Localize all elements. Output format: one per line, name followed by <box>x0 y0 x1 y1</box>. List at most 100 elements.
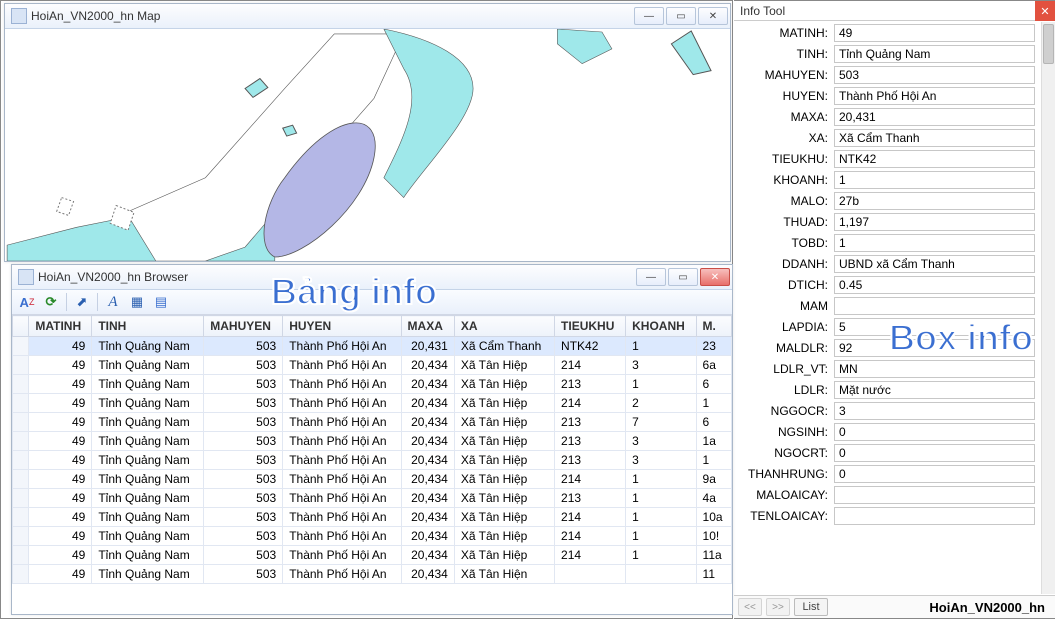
info-field-value[interactable]: 27b <box>834 192 1035 210</box>
info-field-value[interactable] <box>834 486 1035 504</box>
table-row[interactable]: 49Tỉnh Quảng Nam503Thành Phố Hội An20,43… <box>13 432 732 451</box>
cell[interactable]: 20,434 <box>401 375 454 394</box>
cell[interactable]: 503 <box>204 451 283 470</box>
cell[interactable]: 213 <box>555 375 626 394</box>
cell[interactable]: Tỉnh Quảng Nam <box>92 413 204 432</box>
cell[interactable]: Tỉnh Quảng Nam <box>92 375 204 394</box>
info-field-value[interactable]: 0 <box>834 465 1035 483</box>
info-tool-titlebar[interactable]: Info Tool <box>734 1 1055 21</box>
table-row[interactable]: 49Tỉnh Quảng Nam503Thành Phố Hội An20,43… <box>13 451 732 470</box>
cell[interactable]: 214 <box>555 394 626 413</box>
cell[interactable]: 49 <box>29 489 92 508</box>
info-field-value[interactable] <box>834 297 1035 315</box>
cell[interactable]: 20,434 <box>401 356 454 375</box>
cell[interactable]: 1 <box>626 489 696 508</box>
col-header-maxa[interactable]: MAXA <box>401 316 454 337</box>
cell[interactable]: 49 <box>29 375 92 394</box>
table-row[interactable]: 49Tỉnh Quảng Nam503Thành Phố Hội An20,43… <box>13 356 732 375</box>
minimize-button[interactable]: — <box>636 268 666 286</box>
cell[interactable]: 11 <box>696 565 731 584</box>
browser-titlebar[interactable]: HoiAn_VN2000_hn Browser — ▭ ✕ <box>12 265 732 290</box>
cell[interactable]: 49 <box>29 546 92 565</box>
cell[interactable]: 20,431 <box>401 337 454 356</box>
cell[interactable]: 49 <box>29 413 92 432</box>
info-field-value[interactable]: 49 <box>834 24 1035 42</box>
cell[interactable]: 10! <box>696 527 731 546</box>
cell[interactable]: 3 <box>626 432 696 451</box>
cell[interactable]: Xã Tân Hiệp <box>454 451 554 470</box>
info-field-value[interactable]: 1 <box>834 234 1035 252</box>
col-header-tieukhu[interactable]: TIEUKHU <box>555 316 626 337</box>
cell[interactable]: 1a <box>696 432 731 451</box>
next-record-button[interactable]: >> <box>766 598 790 616</box>
table-row[interactable]: 49Tỉnh Quảng Nam503Thành Phố Hội An20,43… <box>13 508 732 527</box>
cell[interactable]: 7 <box>626 413 696 432</box>
cell[interactable]: Tỉnh Quảng Nam <box>92 432 204 451</box>
col-header-khoanh[interactable]: KHOANH <box>626 316 696 337</box>
info-field-value[interactable]: 1,197 <box>834 213 1035 231</box>
table-row[interactable]: 49Tỉnh Quảng Nam503Thành Phố Hội An20,43… <box>13 470 732 489</box>
cell[interactable]: Thành Phố Hội An <box>283 394 401 413</box>
cell[interactable]: 214 <box>555 508 626 527</box>
minimize-button[interactable]: — <box>634 7 664 25</box>
col-header-m[interactable]: M. <box>696 316 731 337</box>
cell[interactable]: 213 <box>555 413 626 432</box>
cell[interactable]: 49 <box>29 470 92 489</box>
cell[interactable]: 503 <box>204 546 283 565</box>
cell[interactable]: 503 <box>204 413 283 432</box>
cell[interactable]: 20,434 <box>401 413 454 432</box>
sort-az-icon[interactable]: AZ <box>16 292 38 312</box>
cell[interactable]: Tỉnh Quảng Nam <box>92 451 204 470</box>
cell[interactable]: Tỉnh Quảng Nam <box>92 565 204 584</box>
cell[interactable]: 20,434 <box>401 546 454 565</box>
cell[interactable]: 20,434 <box>401 432 454 451</box>
cell[interactable]: Thành Phố Hội An <box>283 527 401 546</box>
cell[interactable]: NTK42 <box>555 337 626 356</box>
pointer-icon[interactable]: ⬈ <box>71 292 93 312</box>
font-icon[interactable]: A <box>102 292 124 312</box>
cell[interactable]: 214 <box>555 470 626 489</box>
cell[interactable]: 2 <box>626 394 696 413</box>
info-field-value[interactable]: MN <box>834 360 1035 378</box>
info-field-value[interactable]: Thành Phố Hội An <box>834 87 1035 105</box>
cell[interactable]: Tỉnh Quảng Nam <box>92 527 204 546</box>
cell[interactable]: Xã Cẩm Thanh <box>454 337 554 356</box>
cell[interactable]: Thành Phố Hội An <box>283 337 401 356</box>
map-canvas[interactable] <box>5 29 730 261</box>
cell[interactable]: 503 <box>204 337 283 356</box>
cell[interactable]: Tỉnh Quảng Nam <box>92 394 204 413</box>
cell[interactable]: Tỉnh Quảng Nam <box>92 356 204 375</box>
cell[interactable]: 1 <box>626 470 696 489</box>
info-field-value[interactable]: Tỉnh Quảng Nam <box>834 45 1035 63</box>
cell[interactable]: 6 <box>696 375 731 394</box>
cell[interactable]: Xã Tân Hiệp <box>454 394 554 413</box>
info-field-value[interactable]: 0.45 <box>834 276 1035 294</box>
cell[interactable]: Xã Tân Hiệp <box>454 546 554 565</box>
cell[interactable]: 23 <box>696 337 731 356</box>
table-row[interactable]: 49Tỉnh Quảng Nam503Thành Phố Hội An20,43… <box>13 394 732 413</box>
info-field-value[interactable]: 0 <box>834 423 1035 441</box>
col-header-matinh[interactable]: MATINH <box>29 316 92 337</box>
cell[interactable]: Xã Tân Hiệp <box>454 508 554 527</box>
cell[interactable]: Thành Phố Hội An <box>283 451 401 470</box>
cell[interactable]: 503 <box>204 394 283 413</box>
info-tool-close-button[interactable]: ✕ <box>1035 1 1055 21</box>
cell[interactable]: 20,434 <box>401 527 454 546</box>
cell[interactable]: 10a <box>696 508 731 527</box>
table-row[interactable]: 49Tỉnh Quảng Nam503Thành Phố Hội An20,43… <box>13 413 732 432</box>
cell[interactable]: Thành Phố Hội An <box>283 508 401 527</box>
cell[interactable]: Thành Phố Hội An <box>283 432 401 451</box>
cell[interactable]: 1 <box>626 546 696 565</box>
cell[interactable]: 1 <box>626 527 696 546</box>
cell[interactable]: 20,434 <box>401 451 454 470</box>
cell[interactable]: 1 <box>626 508 696 527</box>
info-field-value[interactable]: Xã Cẩm Thanh <box>834 129 1035 147</box>
cell[interactable]: 49 <box>29 451 92 470</box>
table-row[interactable]: 49Tỉnh Quảng Nam503Thành Phố Hội An20,43… <box>13 375 732 394</box>
cell[interactable] <box>555 565 626 584</box>
cell[interactable]: 503 <box>204 356 283 375</box>
cell[interactable]: 49 <box>29 356 92 375</box>
maximize-button[interactable]: ▭ <box>668 268 698 286</box>
col-header-mahuyen[interactable]: MAHUYEN <box>204 316 283 337</box>
table-row[interactable]: 49Tỉnh Quảng Nam503Thành Phố Hội An20,43… <box>13 337 732 356</box>
